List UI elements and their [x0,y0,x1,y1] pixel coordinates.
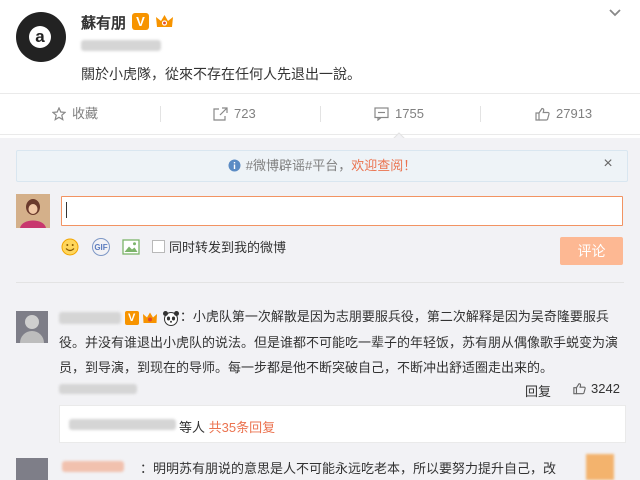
repost-icon [213,106,228,121]
vip-crown-icon [143,312,158,323]
author-avatar[interactable]: a [16,12,66,62]
commenter-avatar[interactable] [16,311,48,343]
author-name[interactable]: 蘇有朋 [81,12,126,33]
chevron-down-icon[interactable] [606,6,624,20]
current-user-avatar[interactable] [16,194,50,228]
repost-button[interactable]: 723 [213,94,256,134]
like-button[interactable]: 27913 [535,94,592,134]
info-icon [228,159,241,172]
favorite-label: 收藏 [72,106,99,121]
comment-like-button[interactable]: 3242 [573,381,620,396]
notice-text: #微博辟谣#平台， [245,158,352,173]
favorite-button[interactable]: 收藏 [51,94,99,134]
divider [16,282,624,283]
comment-text: ：明明苏有朋说的意思是人不可能永远吃老本，所以要努力提升自己，改 [140,458,560,477]
thumbs-up-icon [573,383,586,395]
image-icon[interactable] [122,239,140,255]
commenter-name-blurred[interactable] [59,311,121,324]
post-timestamp-blurred [81,40,161,51]
sub-replies-summary: 等人 共35条回复 [179,417,275,436]
comment-line-3: 员，到导演，到现在的导师。每一步都是他不断突破自己，不断冲出舒适圈走出来的。 [59,360,554,375]
verified-badge-icon: V [132,13,149,30]
comment-button[interactable]: 1755 [374,94,424,134]
verified-badge-icon: V [124,310,139,325]
close-icon[interactable]: × [600,156,616,172]
sub-reply-users-blurred [69,419,176,430]
repost-checkbox-label: 同时转发到我的微博 [169,240,287,255]
rumor-notice-bar: #微博辟谣#平台，欢迎查阅！ [16,150,628,182]
comment-text: V ：小虎队第一次解散是因为志朋要服兵役，第二次解释是因为吴奇隆要服兵 役。并没… [59,304,629,381]
repost-checkbox[interactable] [152,240,165,253]
vip-crown-icon [156,15,173,27]
reply-button[interactable]: 回复 [525,381,551,400]
comment-2-text: ：明明苏有朋说的意思是人不可能永远吃老本，所以要努力提升自己，改 [140,461,557,476]
comment-count: 1755 [395,106,424,121]
submit-comment-button[interactable]: 评论 [560,237,623,265]
sub-replies-link[interactable]: 共35条回复 [209,420,275,435]
comment-line-2: 役。并没有谁退出小虎队的说法。但是谁都不可能吃一辈子的年轻饭，苏有朋从偶像歌手蜕… [59,334,619,350]
panda-emoji-icon [162,310,179,326]
comment-input[interactable] [61,196,623,226]
avatar-letter: a [29,26,51,48]
comment-icon [374,106,389,121]
text-cursor [66,202,67,218]
commenter-name-blurred[interactable] [62,461,124,472]
notice-link[interactable]: 欢迎查阅！ [351,158,416,173]
repost-count: 723 [234,106,256,121]
commenter-avatar[interactable] [16,458,48,480]
post-text: 關於小虎隊，從來不存在任何人先退出一說。 [81,66,361,82]
comment-like-count: 3242 [591,381,620,396]
comment-timestamp-blurred [59,384,137,394]
like-count: 27913 [556,106,593,121]
gif-icon[interactable]: GIF [92,238,110,256]
comment-image-thumbnail[interactable] [586,454,614,480]
action-bar: 收藏 723 1755 27913 [0,93,640,135]
star-icon [51,106,67,121]
thumbs-up-icon [535,107,550,121]
emoji-icon[interactable] [61,238,79,256]
comment-line-1: ：小虎队第一次解散是因为志朋要服兵役，第二次解释是因为吴奇隆要服兵 [179,309,609,324]
sub-replies-prefix: 等人 [179,420,206,435]
